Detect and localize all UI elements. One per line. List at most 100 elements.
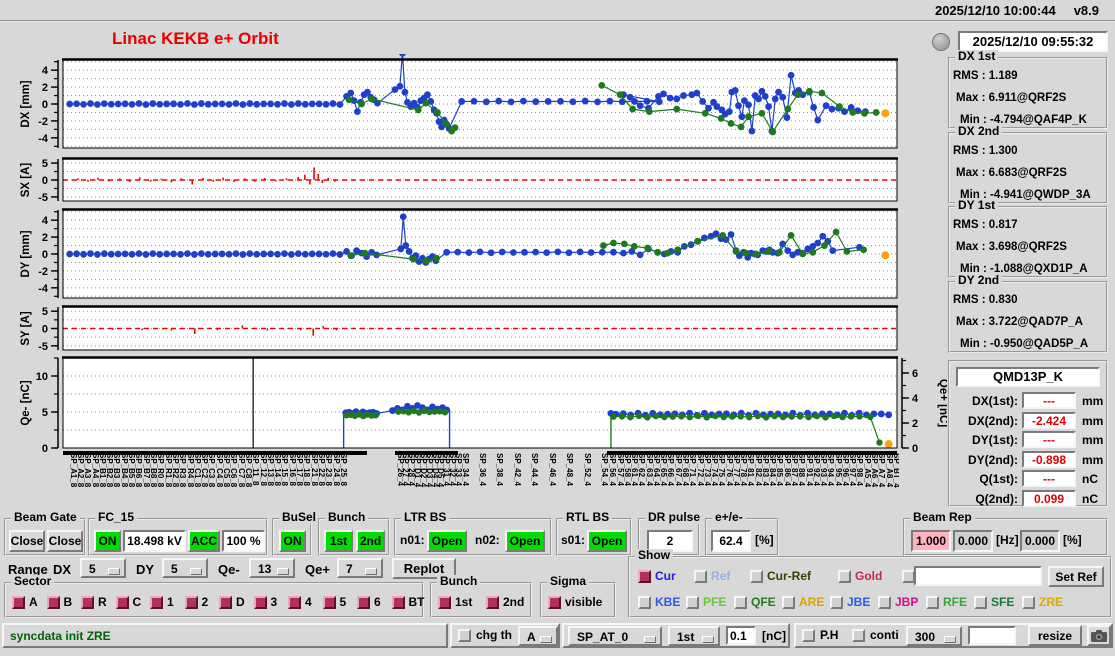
sector-select[interactable]: A <box>518 626 558 646</box>
range-dy-select[interactable]: 5 <box>162 558 208 578</box>
sector-2-label: 2 <box>201 595 209 609</box>
stat-title: DY 1st <box>955 199 999 212</box>
show-qfe-checkbox[interactable] <box>734 596 747 609</box>
dr-pulse-label: DR pulse <box>645 511 704 524</box>
show-jbp-checkbox[interactable] <box>878 596 891 609</box>
bunch-sel-select[interactable]: 1st <box>668 626 720 646</box>
status-bar: syncdata init ZRE chg th A SP_AT_0 1st [… <box>0 622 1115 649</box>
show-rfe-checkbox[interactable] <box>926 596 939 609</box>
show-kbe-checkbox[interactable] <box>638 596 651 609</box>
bunch-1st-button[interactable]: 1st <box>324 530 353 552</box>
nc-unit-label: [nC] <box>762 629 786 643</box>
svg-text:-4: -4 <box>38 283 49 295</box>
show-ref-checkbox[interactable] <box>694 570 707 583</box>
fc15-acc-button[interactable]: ACC <box>188 530 220 552</box>
resize-button[interactable]: resize <box>1028 625 1082 646</box>
stat-title: DX 1st <box>955 50 999 63</box>
sector-1-checkbox[interactable] <box>150 596 163 609</box>
page-title: Linac KEKB e+ Orbit <box>112 29 279 48</box>
busel-on-button[interactable]: ON <box>279 530 306 552</box>
show-sfe-label: SFE <box>991 595 1015 609</box>
ph-checkbox[interactable] <box>802 629 815 642</box>
show-jbp-label: JBP <box>895 595 919 609</box>
device-name[interactable]: QMD13P_K <box>956 367 1100 387</box>
rtl-s01-open-button[interactable]: Open <box>587 530 627 552</box>
bunch-1st-label: 1st <box>455 595 473 609</box>
conti-checkbox[interactable] <box>852 629 865 642</box>
beam-gate-close-1-button[interactable]: Close <box>9 530 45 552</box>
nc-threshold-input[interactable] <box>726 626 756 645</box>
sector-r-checkbox[interactable] <box>81 596 94 609</box>
interval-select[interactable]: 300 <box>906 626 962 646</box>
bunch-1st-checkbox[interactable] <box>438 596 451 609</box>
sector-3-checkbox[interactable] <box>253 596 267 609</box>
sector-6-checkbox[interactable] <box>357 596 370 609</box>
set-ref-button[interactable]: Set Ref <box>1048 566 1104 587</box>
chg-th-checkbox[interactable] <box>458 629 471 642</box>
device-row: DX(1st): --- mm <box>954 392 1106 410</box>
bpm-name: SP_46_4 <box>547 453 557 486</box>
eratio-field: 62.4 <box>711 530 751 552</box>
show-group: Show CurRefCur-RefGoldAve10 Set Ref KBEP… <box>628 549 1112 618</box>
fc15-on-button[interactable]: ON <box>94 530 121 552</box>
ltr-n01-open-button[interactable]: Open <box>427 530 467 552</box>
beam-gate-close-2-button[interactable]: Close <box>47 530 83 552</box>
sector-b-label: B <box>63 595 73 609</box>
show-kbe-label: KBE <box>655 595 681 609</box>
sector-5-checkbox[interactable] <box>322 596 336 609</box>
sector-d-checkbox[interactable] <box>219 596 232 609</box>
sector-2-checkbox[interactable] <box>184 596 198 609</box>
device-row-unit: mm <box>1082 394 1104 408</box>
sector-c-checkbox[interactable] <box>115 596 129 609</box>
show-jbe-checkbox[interactable] <box>830 596 843 609</box>
bpm-name: SP_42_4 <box>512 453 522 486</box>
sp-at-select[interactable]: SP_AT_0 <box>568 626 662 646</box>
sector-group: Sector A B R C 1 2 D 3 4 5 6 BT <box>4 575 425 618</box>
sigma-visible-checkbox[interactable] <box>548 596 561 609</box>
ltr-bs-group: LTR BS n01: Open n02: Open <box>394 511 552 556</box>
sector-r-label: R <box>98 595 107 609</box>
show-gold-checkbox[interactable] <box>838 570 851 583</box>
svg-text:5: 5 <box>42 158 48 170</box>
chart-qe: 10 5 0 Qe- [nC] 6 4 2 0 Qe+ [nC] <box>20 356 947 453</box>
stat-line: RMS : 0.830 <box>953 294 1018 306</box>
sector-3-label: 3 <box>270 595 278 609</box>
ref-name-input[interactable] <box>914 566 1042 586</box>
show-zre-label: ZRE <box>1039 595 1063 609</box>
device-panel: QMD13P_K DX(1st): --- mm DX(2nd): -2.424 mm DY… <box>948 360 1108 507</box>
bunch-2nd-checkbox[interactable] <box>486 596 499 609</box>
sector-b-checkbox[interactable] <box>46 596 60 609</box>
chart-dy: 4 2 0 -2 -4 DY [mm] <box>20 208 898 299</box>
sector-bt-checkbox[interactable] <box>391 596 405 609</box>
screenshot-button[interactable] <box>1087 625 1111 646</box>
svg-text:0: 0 <box>42 99 48 111</box>
show-rfe-label: RFE <box>943 595 967 609</box>
device-row-label: Q(2nd): <box>975 491 1018 506</box>
show-cur-checkbox[interactable] <box>638 570 651 583</box>
bpm-name: SP_34_4 <box>460 453 470 486</box>
ltr-n02-open-button[interactable]: Open <box>505 530 545 552</box>
sector-d-label: D <box>236 595 245 609</box>
show-pfe-checkbox[interactable] <box>686 596 699 609</box>
device-row-value: --- <box>1022 470 1076 487</box>
beam-rep-hz-field: 0.000 <box>953 530 993 552</box>
sector-a-checkbox[interactable] <box>12 596 25 609</box>
ph-label: P.H <box>820 628 839 642</box>
range-dx-select[interactable]: 5 <box>80 558 126 578</box>
show-zre-checkbox[interactable] <box>1022 596 1035 609</box>
show-sfe-checkbox[interactable] <box>974 596 987 609</box>
interval-input[interactable] <box>968 626 1016 645</box>
beam-rep-pct-field: 0.000 <box>1020 530 1060 552</box>
show-cur-ref-checkbox[interactable] <box>750 570 763 583</box>
show-are-checkbox[interactable] <box>782 596 795 609</box>
sector-4-checkbox[interactable] <box>288 596 301 609</box>
bpm-name-axis: SP_A1_8 SP_A2_8 SP_A3_8 SP_A4_8 SP_B1_8 SP_B2… <box>63 451 899 513</box>
stat-line: Max : 3.722@QAD7P_A <box>956 316 1083 328</box>
range-qep-select[interactable]: 7 <box>337 558 383 578</box>
sector-c-label: C <box>132 595 142 609</box>
bunch-2nd-button[interactable]: 2nd <box>356 530 385 552</box>
range-qem-select[interactable]: 13 <box>249 558 295 578</box>
stat-line: Max : 6.683@QRF2S <box>956 167 1067 179</box>
fc15-percent-field: 100 % <box>222 530 265 552</box>
svg-text:-4: -4 <box>38 133 49 145</box>
